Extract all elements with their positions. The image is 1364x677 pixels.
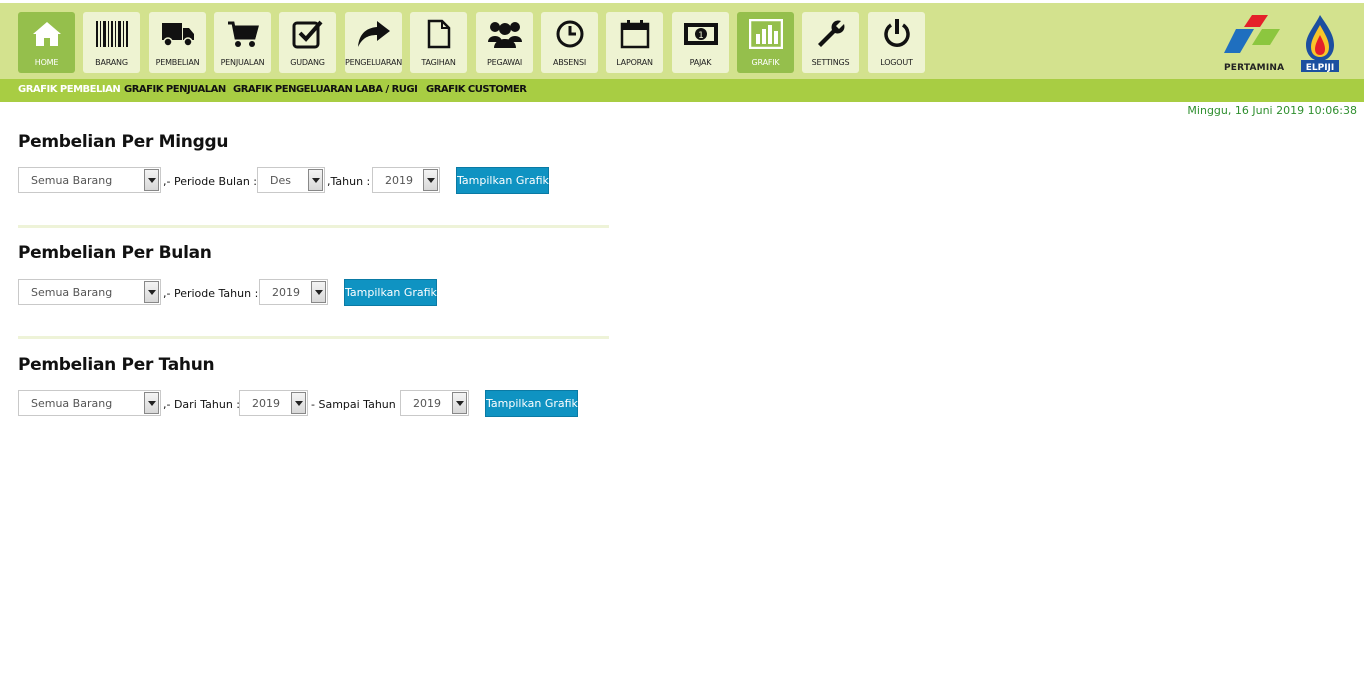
share-arrow-icon: [345, 18, 402, 50]
nav-label: TAGIHAN: [421, 58, 456, 67]
nav-pajak[interactable]: 1 PAJAK: [672, 12, 729, 73]
from-year-select[interactable]: 2019: [239, 390, 308, 416]
chevron-down-icon: [144, 281, 159, 303]
nav-barang[interactable]: BARANG: [83, 12, 140, 73]
chevron-down-icon: [291, 392, 306, 414]
wrench-icon: [802, 18, 859, 50]
nav-label: HOME: [34, 58, 59, 67]
month-select[interactable]: Des: [257, 167, 325, 193]
bar-chart-icon: [737, 18, 794, 50]
calendar-icon: [606, 18, 663, 50]
nav-label: ABSENSI: [553, 58, 586, 67]
nav-laporan[interactable]: LAPORAN: [606, 12, 663, 73]
nav-label: GUDANG: [290, 58, 325, 67]
checkbox-icon: [279, 18, 336, 50]
item-select-weekly[interactable]: Semua Barang: [18, 167, 161, 193]
section-divider: [18, 225, 609, 228]
nav-pembelian[interactable]: PEMBELIAN: [149, 12, 206, 73]
periode-tahun-label: ,- Periode Tahun :: [163, 287, 259, 300]
clock-icon: [541, 18, 598, 50]
nav-label: PEGAWAI: [486, 58, 523, 67]
nav-penjualan[interactable]: PENJUALAN: [214, 12, 271, 73]
dari-tahun-label: ,- Dari Tahun :: [163, 398, 241, 411]
sampai-tahun-label: - Sampai Tahun :: [311, 398, 403, 411]
section-title-weekly: Pembelian Per Minggu: [18, 132, 229, 152]
subnav-grafik-penjualan[interactable]: GRAFIK PENJUALAN: [124, 84, 226, 95]
nav-label: PEMBELIAN: [155, 58, 200, 67]
elpiji-logo-text: ELPIJI: [1306, 63, 1335, 73]
section-divider: [18, 336, 609, 339]
nav-absensi[interactable]: ABSENSI: [541, 12, 598, 73]
home-icon: [18, 18, 75, 50]
select-value: Des: [270, 174, 291, 187]
year-select-weekly[interactable]: 2019: [372, 167, 440, 193]
chevron-down-icon: [452, 392, 467, 414]
year-select-monthly[interactable]: 2019: [259, 279, 328, 305]
select-value: Semua Barang: [31, 174, 113, 187]
document-icon: [410, 18, 467, 50]
nav-label: PAJAK: [689, 58, 712, 67]
item-select-yearly[interactable]: Semua Barang: [18, 390, 161, 416]
chevron-down-icon: [311, 281, 326, 303]
nav-label: PENGELUARAN: [345, 58, 402, 67]
show-chart-button-weekly[interactable]: Tampilkan Grafik: [456, 167, 549, 194]
to-year-select[interactable]: 2019: [400, 390, 469, 416]
nav-pegawai[interactable]: PEGAWAI: [476, 12, 533, 73]
cart-icon: [214, 18, 271, 50]
sub-navigation: GRAFIK PEMBELIAN GRAFIK PENJUALAN GRAFIK…: [0, 79, 1364, 102]
show-chart-button-monthly[interactable]: Tampilkan Grafik: [344, 279, 437, 306]
money-icon: 1: [672, 18, 729, 50]
item-select-monthly[interactable]: Semua Barang: [18, 279, 161, 305]
nav-label: GRAFIK: [751, 58, 780, 67]
chevron-down-icon: [308, 169, 323, 191]
section-title-yearly: Pembelian Per Tahun: [18, 355, 215, 375]
nav-label: LAPORAN: [616, 58, 653, 67]
tahun-label: ,Tahun :: [327, 175, 371, 188]
nav-gudang[interactable]: GUDANG: [279, 12, 336, 73]
chevron-down-icon: [144, 169, 159, 191]
truck-icon: [149, 18, 206, 50]
select-value: 2019: [385, 174, 413, 187]
subnav-grafik-pembelian[interactable]: GRAFIK PEMBELIAN: [18, 84, 121, 95]
select-value: 2019: [252, 397, 280, 410]
chevron-down-icon: [423, 169, 438, 191]
nav-home[interactable]: HOME: [18, 12, 75, 73]
current-datetime: Minggu, 16 Juni 2019 10:06:38: [1187, 104, 1357, 117]
subnav-laba-rugi[interactable]: LABA / RUGI: [355, 84, 418, 95]
pertamina-logo-text: PERTAMINA: [1224, 63, 1285, 73]
chevron-down-icon: [144, 392, 159, 414]
nav-label: LOGOUT: [880, 58, 913, 67]
power-icon: [868, 18, 925, 50]
select-value: Semua Barang: [31, 397, 113, 410]
nav-logout[interactable]: LOGOUT: [868, 12, 925, 73]
nav-label: SETTINGS: [811, 58, 850, 67]
barcode-icon: [83, 18, 140, 50]
subnav-grafik-customer[interactable]: GRAFIK CUSTOMER: [426, 84, 527, 95]
show-chart-button-yearly[interactable]: Tampilkan Grafik: [485, 390, 578, 417]
pertamina-logo: PERTAMINA: [1222, 13, 1286, 75]
svg-text:1: 1: [698, 31, 704, 41]
top-navigation: HOME BARANG PEMBELIAN PENJUALAN GUDANG P…: [0, 3, 1364, 79]
section-title-monthly: Pembelian Per Bulan: [18, 243, 212, 263]
nav-settings[interactable]: SETTINGS: [802, 12, 859, 73]
nav-pengeluaran[interactable]: PENGELUARAN: [345, 12, 402, 73]
nav-grafik[interactable]: GRAFIK: [737, 12, 794, 73]
subnav-grafik-pengeluaran[interactable]: GRAFIK PENGELUARAN: [233, 84, 353, 95]
select-value: 2019: [272, 286, 300, 299]
periode-bulan-label: ,- Periode Bulan :: [163, 175, 258, 188]
select-value: Semua Barang: [31, 286, 113, 299]
nav-label: PENJUALAN: [220, 58, 265, 67]
nav-label: BARANG: [95, 58, 128, 67]
elpiji-logo: ELPIJI: [1300, 13, 1342, 75]
users-icon: [476, 18, 533, 50]
nav-tagihan[interactable]: TAGIHAN: [410, 12, 467, 73]
select-value: 2019: [413, 397, 441, 410]
